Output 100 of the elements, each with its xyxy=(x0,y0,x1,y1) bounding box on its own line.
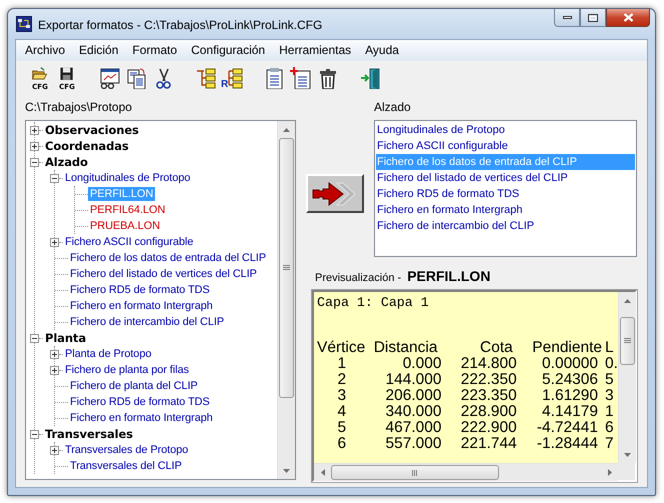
maximize-icon xyxy=(588,14,598,22)
plus-box-icon[interactable] xyxy=(50,366,59,374)
table-cell-text: 4 xyxy=(336,404,348,420)
menu-item[interactable]: Edición xyxy=(72,43,126,57)
table-cell-text: 6 xyxy=(336,436,348,452)
table-cell-text: 7 xyxy=(604,436,615,452)
document-plus-icon xyxy=(290,67,312,89)
list-item[interactable]: Longitudinales de Protopo xyxy=(376,122,635,138)
tree-item[interactable]: Alzado xyxy=(43,155,90,169)
table-cell-text: 144.000 xyxy=(384,372,442,388)
plus-box-icon[interactable] xyxy=(30,126,39,134)
table-cell-text: 1.61290 xyxy=(541,388,600,404)
tree-item[interactable]: Planta de Protopo xyxy=(63,347,154,361)
menu-item[interactable]: Ayuda xyxy=(358,43,406,57)
up-arrow-icon xyxy=(624,298,631,302)
right-arrow-icon xyxy=(608,469,612,476)
table-cell-text: 228.900 xyxy=(460,404,517,420)
tree-item[interactable]: Fichero en formato Intergraph xyxy=(68,411,215,425)
maximize-button[interactable] xyxy=(580,9,606,27)
left-arrow-icon xyxy=(320,469,324,476)
table-cell-text: 223.350 xyxy=(460,388,517,404)
tree-diagram-icon xyxy=(194,67,216,89)
tree-item[interactable]: Observaciones xyxy=(43,123,141,137)
tree-item[interactable]: Planta xyxy=(43,331,88,345)
close-icon xyxy=(622,13,634,22)
tree-r-button[interactable]: R xyxy=(220,63,244,93)
plus-box-icon[interactable] xyxy=(50,238,59,246)
table-cell-text: 5 xyxy=(336,420,348,436)
column-header: L xyxy=(604,340,615,356)
up-arrow-icon xyxy=(283,128,290,132)
tree-item[interactable]: Fichero en formato Intergraph xyxy=(68,299,215,313)
grip-icon xyxy=(624,338,631,344)
menu-item[interactable]: Formato xyxy=(125,43,184,57)
grip-icon xyxy=(283,265,290,271)
table-cell-text: 0.000 xyxy=(402,356,442,372)
table-cell-text: 557.000 xyxy=(384,436,442,452)
tree-item[interactable]: Coordenadas xyxy=(43,139,131,153)
list-item[interactable]: Fichero RD5 de formato TDS xyxy=(376,186,635,202)
table-cell-text: 222.900 xyxy=(460,420,517,436)
list-item[interactable]: Fichero ASCII configurable xyxy=(376,138,635,154)
tree-item[interactable]: Transversales xyxy=(43,427,135,441)
scrollbar-thumb[interactable] xyxy=(620,317,635,365)
table-cell-text: 214.800 xyxy=(460,356,517,372)
table-cell-text: 1 xyxy=(336,356,348,372)
preview-file-name: PERFIL.LON xyxy=(407,268,490,284)
list-item[interactable]: Fichero en formato Intergraph xyxy=(376,202,635,218)
tree-item[interactable]: Transversales del CLIP xyxy=(68,459,184,473)
minus-box-icon[interactable] xyxy=(50,174,59,182)
menu-item[interactable]: Herramientas xyxy=(272,43,358,57)
tree-item[interactable]: Fichero del listado de vertices del CLIP xyxy=(68,267,259,281)
app-icon xyxy=(16,16,32,32)
table-cell-text: 1 xyxy=(604,404,615,420)
preview-label: Previsualización - xyxy=(315,272,402,284)
transfer-button[interactable] xyxy=(306,174,364,213)
column-header: Distancia xyxy=(372,340,438,356)
table-cell-text: -1.28444 xyxy=(536,436,600,452)
tree-item[interactable]: PRUEBA.LON xyxy=(88,219,162,233)
table-cell-text: 3 xyxy=(604,388,615,404)
scrollbar-thumb[interactable] xyxy=(279,138,294,398)
minus-box-icon[interactable] xyxy=(30,158,39,166)
tree-item[interactable]: Fichero RD5 de formato TDS xyxy=(68,283,212,297)
table-cell-text: 3 xyxy=(336,388,348,404)
table-cell-text: 340.000 xyxy=(384,404,442,420)
tree-item[interactable]: Fichero de planta del CLIP xyxy=(68,379,200,393)
tree-item[interactable]: Fichero RD5 de formato TDS xyxy=(68,395,212,409)
plus-box-icon[interactable] xyxy=(50,350,59,358)
down-arrow-icon xyxy=(624,452,631,456)
tree-item[interactable]: Fichero de planta por filas xyxy=(63,363,191,377)
table-cell-text: 4.14179 xyxy=(541,404,600,420)
tree-item[interactable]: Fichero de los datos de entrada del CLIP xyxy=(68,251,268,265)
table-cell-text: 2 xyxy=(336,372,348,388)
table-cell-text: 0.00000 xyxy=(541,356,600,372)
tree-item[interactable]: Fichero de intercambio del CLIP xyxy=(68,315,226,329)
plus-box-icon[interactable] xyxy=(50,446,59,454)
table-cell-text: 5.24306 xyxy=(541,372,600,388)
plus-box-icon[interactable] xyxy=(30,142,39,150)
table-cell-text: -4.72441 xyxy=(536,420,600,436)
scrollbar-thumb[interactable] xyxy=(331,465,499,480)
exit-door-icon xyxy=(359,67,381,89)
menu-item[interactable]: Archivo xyxy=(18,43,72,57)
preview-heading: Capa 1: Capa 1 xyxy=(317,294,430,312)
tree-item[interactable]: Fichero ASCII configurable xyxy=(63,235,196,249)
close-button[interactable] xyxy=(606,9,650,27)
table-cell-text: 6 xyxy=(604,420,615,436)
minus-box-icon[interactable] xyxy=(30,430,39,438)
table-cell-text: 222.350 xyxy=(460,372,517,388)
tree-item[interactable]: Longitudinales de Protopo xyxy=(63,171,192,185)
table-cell-text: 206.000 xyxy=(384,388,442,404)
minimize-button[interactable] xyxy=(554,9,580,27)
table-cell-text: 0. xyxy=(604,356,618,372)
folder-path: C:\Trabajos\Protopo xyxy=(25,100,133,114)
list-item[interactable]: Fichero del listado de vertices del CLIP xyxy=(376,170,635,186)
list-item[interactable]: Fichero de intercambio del CLIP xyxy=(376,218,635,234)
tree-item[interactable]: Transversales de Protopo xyxy=(63,443,190,457)
minus-box-icon[interactable] xyxy=(30,334,39,342)
table-cell-text: 221.744 xyxy=(460,436,517,452)
menu-item[interactable]: Configuración xyxy=(184,43,272,57)
tree-item[interactable]: PERFIL64.LON xyxy=(88,203,168,217)
table-cell-text: 467.000 xyxy=(384,420,442,436)
table-cell-text: 5 xyxy=(604,372,615,388)
